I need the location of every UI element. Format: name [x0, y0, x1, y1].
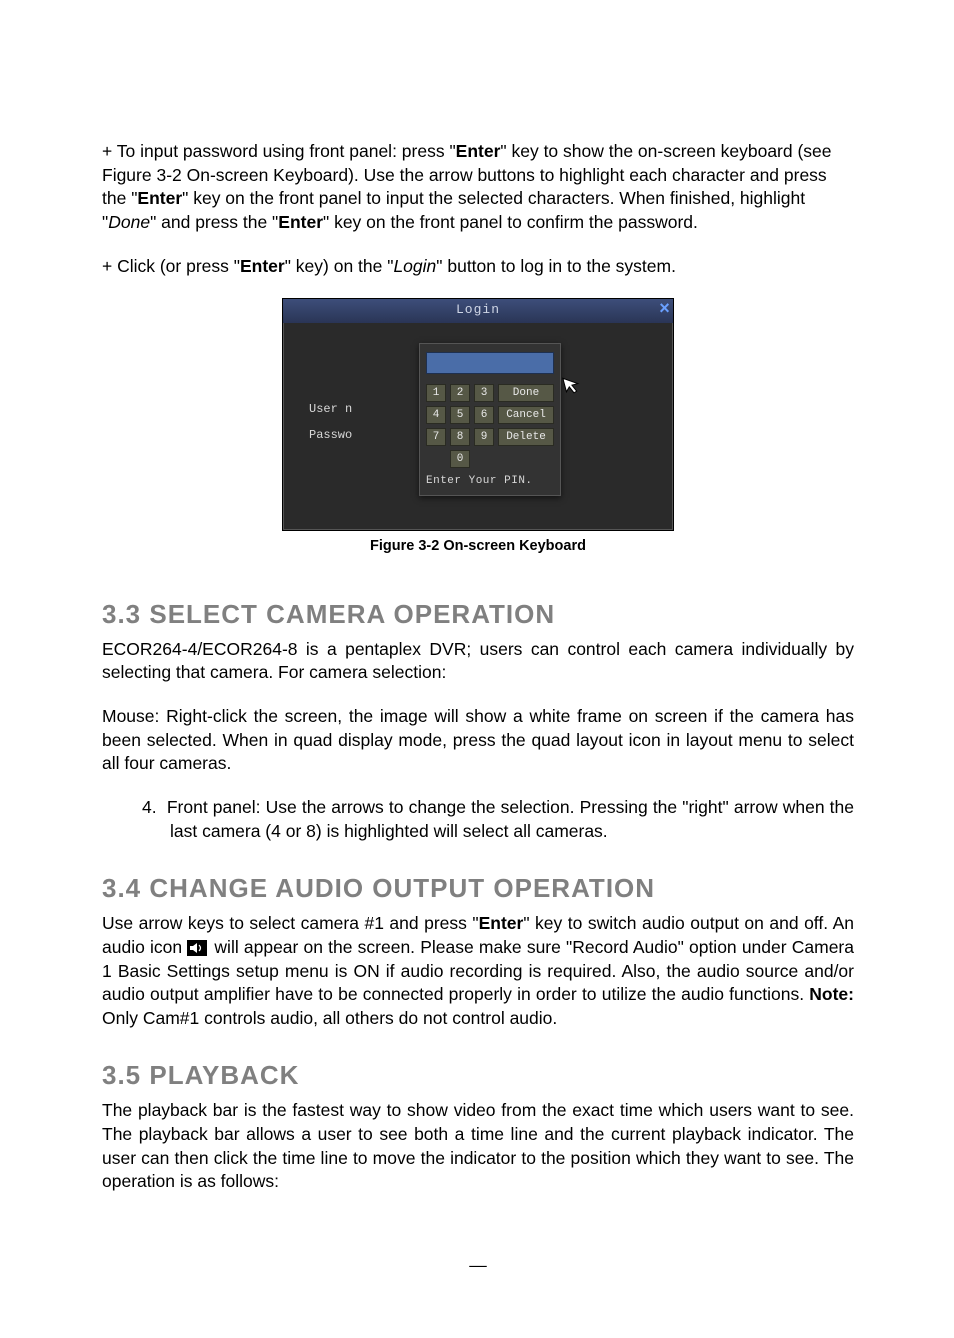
password-instruction-para: + To input password using front panel: p… — [102, 140, 854, 235]
login-window: Login × 1 2 3 Done 4 5 — [282, 298, 674, 531]
section-3-4-heading: 3.4 CHANGE AUDIO OUTPUT OPERATION — [102, 871, 854, 906]
key-6[interactable]: 6 — [474, 406, 494, 424]
key-0[interactable]: 0 — [450, 450, 470, 468]
key-8[interactable]: 8 — [450, 428, 470, 446]
figure-caption: Figure 3-2 On-screen Keyboard — [102, 537, 854, 557]
key-1[interactable]: 1 — [426, 384, 446, 402]
sec33-p1: ECOR264-4/ECOR264-8 is a pentaplex DVR; … — [102, 638, 854, 685]
sec33-p2: Mouse: Right-click the screen, the image… — [102, 705, 854, 776]
user-label: User n — [309, 401, 373, 417]
pin-prompt: Enter Your PIN. — [426, 474, 554, 489]
key-delete[interactable]: Delete — [498, 428, 554, 446]
sec34-p: Use arrow keys to select camera #1 and p… — [102, 912, 854, 1030]
login-titlebar: Login × — [283, 299, 673, 323]
sec35-p: The playback bar is the fastest way to s… — [102, 1099, 854, 1194]
key-done[interactable]: Done — [498, 384, 554, 402]
pin-display — [426, 352, 554, 374]
key-2[interactable]: 2 — [450, 384, 470, 402]
key-4[interactable]: 4 — [426, 406, 446, 424]
key-5[interactable]: 5 — [450, 406, 470, 424]
password-label: Passwo — [309, 427, 373, 443]
audio-icon — [187, 940, 207, 956]
section-3-5-heading: 3.5 PLAYBACK — [102, 1058, 854, 1093]
login-screenshot-figure: Login × 1 2 3 Done 4 5 — [102, 298, 854, 531]
key-7[interactable]: 7 — [426, 428, 446, 446]
click-login-para: + Click (or press "Enter" key) on the "L… — [102, 255, 854, 279]
key-cancel[interactable]: Cancel — [498, 406, 554, 424]
login-title: Login — [456, 302, 500, 317]
key-3[interactable]: 3 — [474, 384, 494, 402]
key-9[interactable]: 9 — [474, 428, 494, 446]
page-footer: — — [102, 1254, 854, 1278]
onscreen-keyboard: 1 2 3 Done 4 5 6 Cancel 7 — [419, 343, 561, 496]
close-icon[interactable]: × — [656, 298, 674, 320]
section-3-3-heading: 3.3 SELECT CAMERA OPERATION — [102, 597, 854, 632]
sec33-list: 4. Front panel: Use the arrows to change… — [142, 796, 854, 843]
